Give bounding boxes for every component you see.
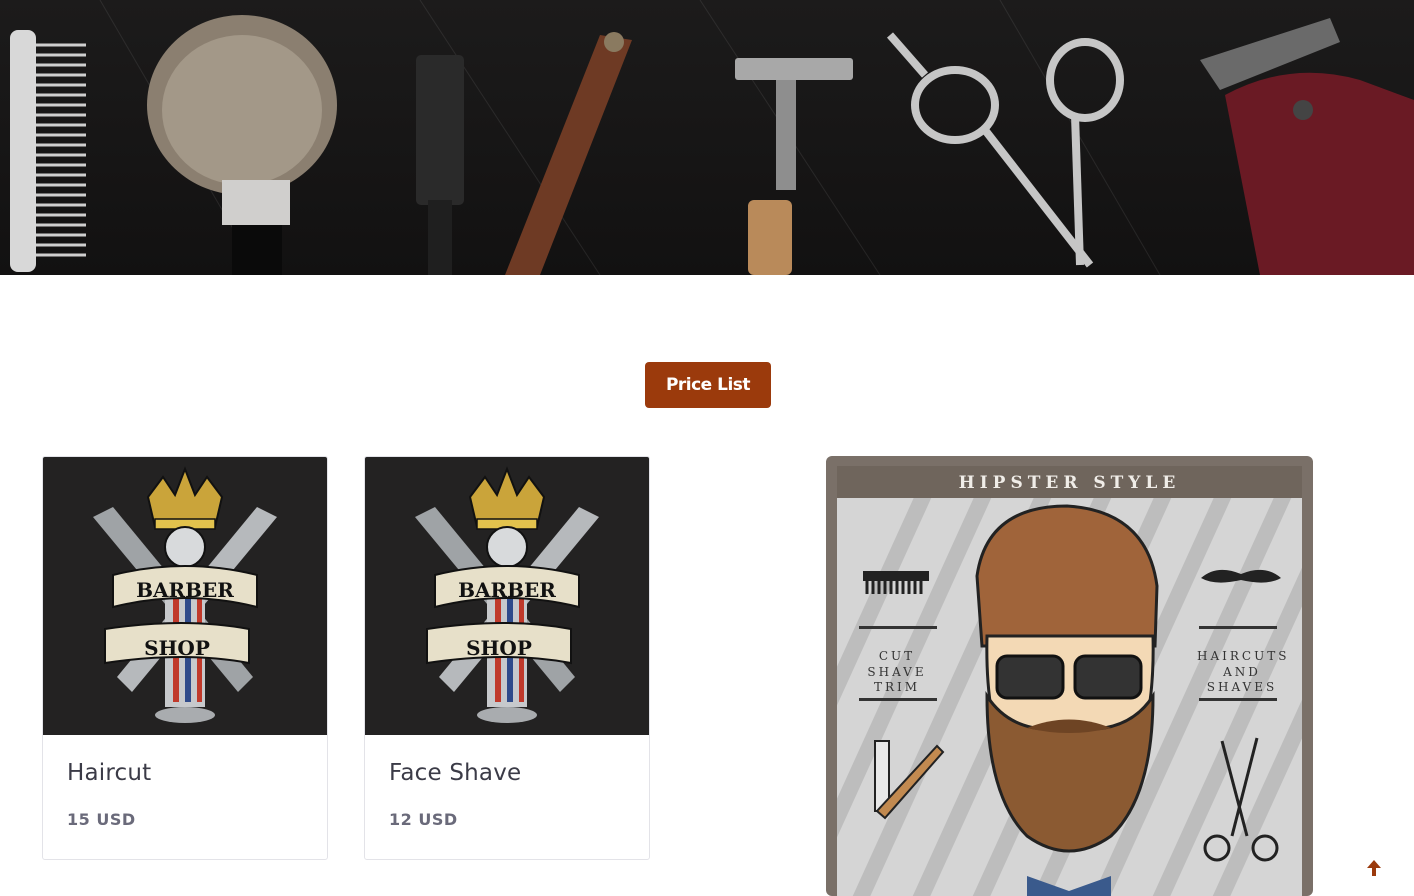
poster-left-text: CUT SHAVE TRIM (867, 649, 927, 694)
shaving-brush-icon (147, 15, 337, 275)
svg-text:BARBER: BARBER (136, 578, 234, 602)
svg-text:SHOP: SHOP (466, 636, 532, 660)
arrow-up-icon (1367, 860, 1381, 876)
service-price: 15 USD (67, 810, 136, 829)
hipster-style-poster: HIPSTER STYLE CUT SHAVE TRIM HAIRCUTS AN… (826, 456, 1313, 896)
safety-razor-icon (735, 58, 853, 275)
service-card-face-shave[interactable]: BARBER SHOP Face Shave 12 USD (364, 456, 650, 860)
hair-clipper-icon (1200, 18, 1414, 275)
crown-icon (146, 466, 224, 568)
razor-handle-icon (416, 55, 464, 275)
service-card-haircut[interactable]: BARBER SHOP Haircut 15 USD (42, 456, 328, 860)
price-list-button[interactable]: Price List (645, 362, 771, 408)
hipster-face-icon (975, 504, 1159, 853)
comb-icon (10, 30, 86, 272)
crown-icon (468, 466, 546, 568)
scroll-to-top-button[interactable] (1364, 858, 1384, 876)
poster-title: HIPSTER STYLE (837, 466, 1302, 498)
barber-shop-logo-image: BARBER SHOP (365, 457, 649, 735)
scissors-icon (886, 32, 1124, 268)
svg-text:SHOP: SHOP (144, 636, 210, 660)
hero-banner (0, 0, 1414, 275)
poster-right-text: HAIRCUTS AND SHAVES (1197, 649, 1290, 694)
service-price: 12 USD (389, 810, 458, 829)
service-title: Haircut (67, 760, 152, 786)
barber-shop-logo-image: BARBER SHOP (43, 457, 327, 735)
svg-text:BARBER: BARBER (458, 578, 556, 602)
service-title: Face Shave (389, 760, 522, 786)
poster-canvas: HIPSTER STYLE CUT SHAVE TRIM HAIRCUTS AN… (837, 466, 1302, 896)
comb-icon (863, 571, 929, 594)
straight-razor-icon (505, 32, 632, 275)
